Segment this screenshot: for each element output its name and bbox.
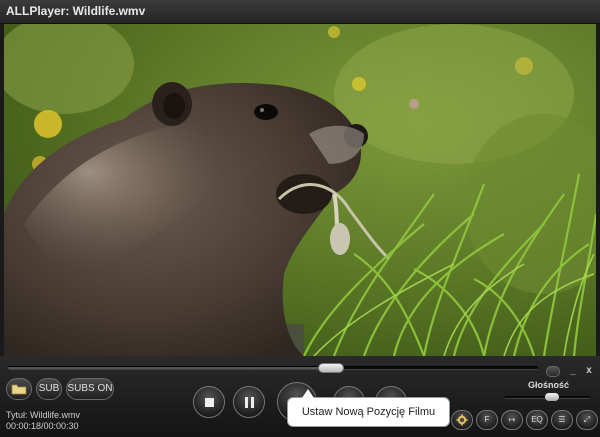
settings-button[interactable] [451, 410, 473, 430]
pause-button[interactable] [233, 386, 265, 418]
video-frame-image [4, 24, 596, 356]
compact-mode-toggle[interactable] [546, 366, 560, 377]
window-title: ALLPlayer: Wildlife.wmv [6, 4, 146, 18]
video-display[interactable] [4, 24, 596, 356]
redirect-button[interactable]: ↦ [501, 410, 523, 430]
volume-thumb[interactable] [544, 393, 559, 401]
time-info: 00:00:18/00:00:30 [6, 421, 79, 431]
seek-thumb[interactable] [318, 363, 345, 373]
close-button[interactable]: x [583, 365, 595, 377]
seek-progress [8, 367, 332, 369]
minimize-button[interactable]: _ [567, 365, 579, 377]
volume-slider[interactable] [505, 393, 590, 401]
title-info: Tytuł: Wildlife.wmv [6, 410, 81, 420]
subs-on-button[interactable]: SUBS ON [66, 378, 114, 400]
stop-icon [205, 398, 214, 407]
title-bar: ALLPlayer: Wildlife.wmv [0, 0, 600, 24]
arrow-right-icon: ↦ [508, 415, 516, 424]
seek-bar[interactable] [8, 363, 538, 373]
stop-button[interactable] [193, 386, 225, 418]
playlist-button[interactable]: ☰ [551, 410, 573, 430]
eq-button[interactable]: EQ [526, 410, 548, 430]
open-file-button[interactable] [6, 378, 32, 400]
fullscreen-button[interactable]: ⤢ [576, 410, 598, 430]
volume-label: Głośność [528, 380, 570, 390]
seek-tooltip: Ustaw Nową Pozycję Filmu [287, 389, 450, 427]
f-button[interactable]: F [476, 410, 498, 430]
sub-button[interactable]: SUB [36, 378, 62, 400]
gear-icon [456, 414, 468, 426]
list-icon: ☰ [558, 415, 566, 424]
fullscreen-icon: ⤢ [583, 415, 591, 424]
folder-icon [11, 384, 27, 395]
